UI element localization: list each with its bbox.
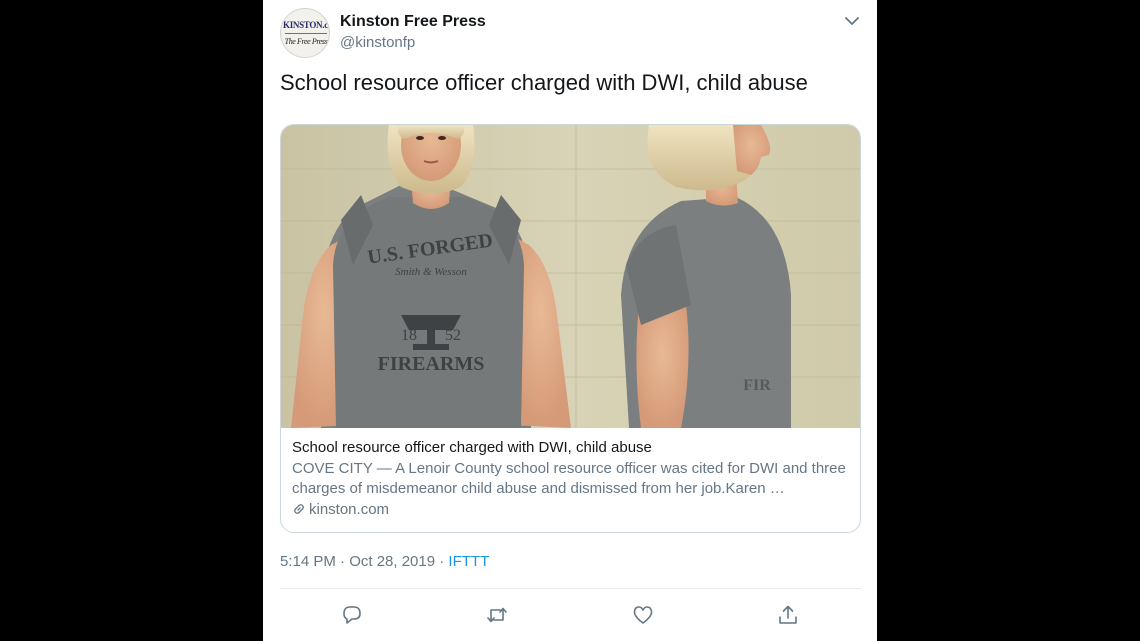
reply-icon: [343, 606, 361, 624]
like-button[interactable]: [629, 601, 657, 629]
reply-button[interactable]: [338, 601, 366, 629]
avatar[interactable]: KINSTON.com The Free Press: [280, 8, 330, 58]
tweet-card: KINSTON.com The Free Press Kinston Free …: [263, 0, 877, 641]
avatar-logo-rule: [285, 33, 327, 34]
share-button[interactable]: [774, 601, 802, 629]
link-preview-card[interactable]: U.S. FORGED Smith & Wesson 18 52 FIREARM…: [280, 124, 861, 533]
divider: [280, 588, 861, 589]
card-body: School resource officer charged with DWI…: [292, 438, 848, 520]
link-icon: [294, 504, 304, 514]
source-link[interactable]: IFTTT: [448, 553, 489, 570]
retweet-icon: [487, 607, 507, 623]
chevron-down-icon[interactable]: [843, 12, 861, 30]
shirt-text-firearms: FIREARMS: [378, 353, 485, 375]
action-bar: [263, 601, 877, 629]
shirt-text-year-right: 52: [445, 327, 461, 344]
card-description: COVE CITY — A Lenoir County school resou…: [292, 460, 846, 497]
avatar-logo-line1: KINSTON.com: [283, 20, 329, 30]
card-title: School resource officer charged with DWI…: [292, 439, 652, 456]
share-icon: [779, 605, 797, 624]
tweet-header: KINSTON.com The Free Press Kinston Free …: [280, 8, 861, 60]
like-icon: [633, 606, 653, 624]
card-image: U.S. FORGED Smith & Wesson 18 52 FIREARM…: [281, 125, 860, 428]
account-handle[interactable]: @kinstonfp: [340, 34, 415, 51]
page-background: KINSTON.com The Free Press Kinston Free …: [0, 0, 1140, 641]
retweet-button[interactable]: [483, 601, 511, 629]
account-name[interactable]: Kinston Free Press: [340, 13, 486, 31]
shirt-text-year-left: 18: [401, 327, 417, 344]
card-domain[interactable]: kinston.com: [292, 500, 848, 520]
avatar-logo-line2: The Free Press: [284, 37, 328, 46]
shirt-side-text: FIR: [743, 377, 771, 394]
tweet-meta: 5:14 PM · Oct 28, 2019 · IFTTT: [280, 553, 489, 570]
card-domain-text: kinston.com: [309, 501, 390, 518]
shirt-text-brand: Smith & Wesson: [395, 266, 467, 278]
timestamp[interactable]: 5:14 PM · Oct 28, 2019 ·: [280, 553, 448, 570]
tweet-text: School resource officer charged with DWI…: [280, 70, 808, 95]
